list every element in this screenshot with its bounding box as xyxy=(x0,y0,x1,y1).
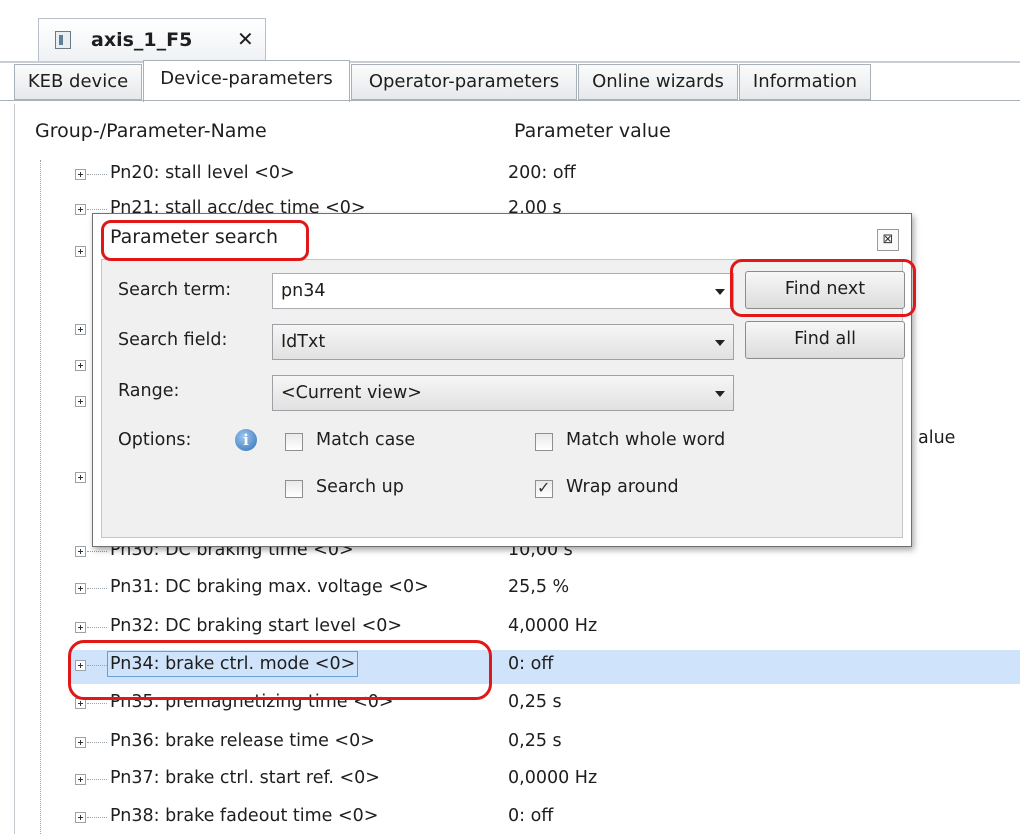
info-icon[interactable]: i xyxy=(235,429,257,451)
match-case-label[interactable]: Match case xyxy=(316,430,415,450)
parameter-value: 25,5 % xyxy=(508,577,570,597)
search-term-value: pn34 xyxy=(281,281,326,301)
dropdown-arrow-icon[interactable] xyxy=(715,289,725,295)
search-up-label[interactable]: Search up xyxy=(316,477,404,497)
tab-device-parameters[interactable]: Device-parameters xyxy=(143,60,350,102)
expand-icon[interactable] xyxy=(75,204,86,215)
expand-icon[interactable] xyxy=(75,169,86,180)
document-tab-title: axis_1_F5 xyxy=(91,29,193,51)
tree-row[interactable]: Pn38: brake fadeout time <0> 0: off xyxy=(70,802,1020,836)
dropdown-arrow-icon[interactable] xyxy=(715,391,725,397)
search-field-value: IdTxt xyxy=(281,332,326,352)
expand-icon[interactable] xyxy=(75,546,86,557)
search-up-checkbox[interactable] xyxy=(285,480,303,498)
column-header-name[interactable]: Group-/Parameter-Name xyxy=(35,120,267,142)
search-term-combobox[interactable]: pn34 xyxy=(272,273,734,309)
options-label: Options: xyxy=(118,430,192,450)
match-case-checkbox[interactable] xyxy=(285,433,303,451)
expand-icon[interactable] xyxy=(75,774,86,785)
document-tab[interactable]: axis_1_F5 ✕ xyxy=(38,18,266,62)
parameter-name: Pn20: stall level <0> xyxy=(110,163,295,183)
wrap-around-checkbox[interactable] xyxy=(535,478,553,498)
parameter-value-partial: alue xyxy=(918,428,956,448)
range-select[interactable]: <Current view> xyxy=(272,375,734,411)
highlight-pn34-row xyxy=(68,640,492,700)
parameter-value: 0: off xyxy=(508,654,554,674)
expand-icon[interactable] xyxy=(75,396,86,407)
parameter-name: Pn37: brake ctrl. start ref. <0> xyxy=(110,768,380,788)
tabs-divider xyxy=(0,100,1020,101)
range-label: Range: xyxy=(118,381,180,401)
highlight-dialog-title xyxy=(101,220,309,261)
expand-icon[interactable] xyxy=(75,246,86,257)
match-whole-word-checkbox[interactable] xyxy=(535,433,553,451)
close-icon[interactable]: ✕ xyxy=(237,27,254,51)
expand-icon[interactable] xyxy=(75,360,86,371)
expand-icon[interactable] xyxy=(75,812,86,823)
column-header-value[interactable]: Parameter value xyxy=(514,120,671,142)
search-term-label: Search term: xyxy=(118,280,232,300)
expand-icon[interactable] xyxy=(75,472,86,483)
expand-icon[interactable] xyxy=(75,737,86,748)
tab-information[interactable]: Information xyxy=(739,64,871,100)
tree-row[interactable]: Pn36: brake release time <0> 0,25 s xyxy=(70,727,1020,761)
parameter-value: 0,25 s xyxy=(508,731,562,751)
parameter-name: Pn31: DC braking max. voltage <0> xyxy=(110,577,429,597)
search-field-select[interactable]: IdTxt xyxy=(272,324,734,360)
parameter-value: 0,0000 Hz xyxy=(508,768,598,788)
range-value: <Current view> xyxy=(281,383,422,403)
match-whole-word-label[interactable]: Match whole word xyxy=(566,430,725,450)
tree-guide-line xyxy=(40,160,41,834)
search-field-label: Search field: xyxy=(118,330,228,350)
tree-row[interactable]: Pn37: brake ctrl. start ref. <0> 0,0000 … xyxy=(70,764,1020,798)
tree-row[interactable]: Pn31: DC braking max. voltage <0> 25,5 % xyxy=(70,573,1020,607)
tree-row[interactable]: Pn20: stall level <0> 200: off xyxy=(70,159,1020,193)
expand-icon[interactable] xyxy=(75,583,86,594)
tab-keb-device[interactable]: KEB device xyxy=(14,64,142,100)
parameter-value: 0,25 s xyxy=(508,692,562,712)
dropdown-arrow-icon[interactable] xyxy=(715,340,725,346)
tab-online-wizards[interactable]: Online wizards xyxy=(578,64,738,100)
find-all-button[interactable]: Find all xyxy=(745,321,905,359)
parameter-value: 200: off xyxy=(508,163,576,183)
parameter-name: Pn36: brake release time <0> xyxy=(110,731,375,751)
wrap-around-label[interactable]: Wrap around xyxy=(566,477,679,497)
parameter-value: 0: off xyxy=(508,806,554,826)
dialog-close-icon[interactable]: ⊠ xyxy=(877,229,899,251)
parameter-value: 4,0000 Hz xyxy=(508,616,598,636)
highlight-find-next xyxy=(730,259,916,317)
parameter-name: Pn32: DC braking start level <0> xyxy=(110,616,403,636)
tab-operator-parameters[interactable]: Operator-parameters xyxy=(351,64,577,100)
expand-icon[interactable] xyxy=(75,622,86,633)
parameter-name: Pn38: brake fadeout time <0> xyxy=(110,806,379,826)
device-file-icon xyxy=(55,31,71,49)
expand-icon[interactable] xyxy=(75,324,86,335)
